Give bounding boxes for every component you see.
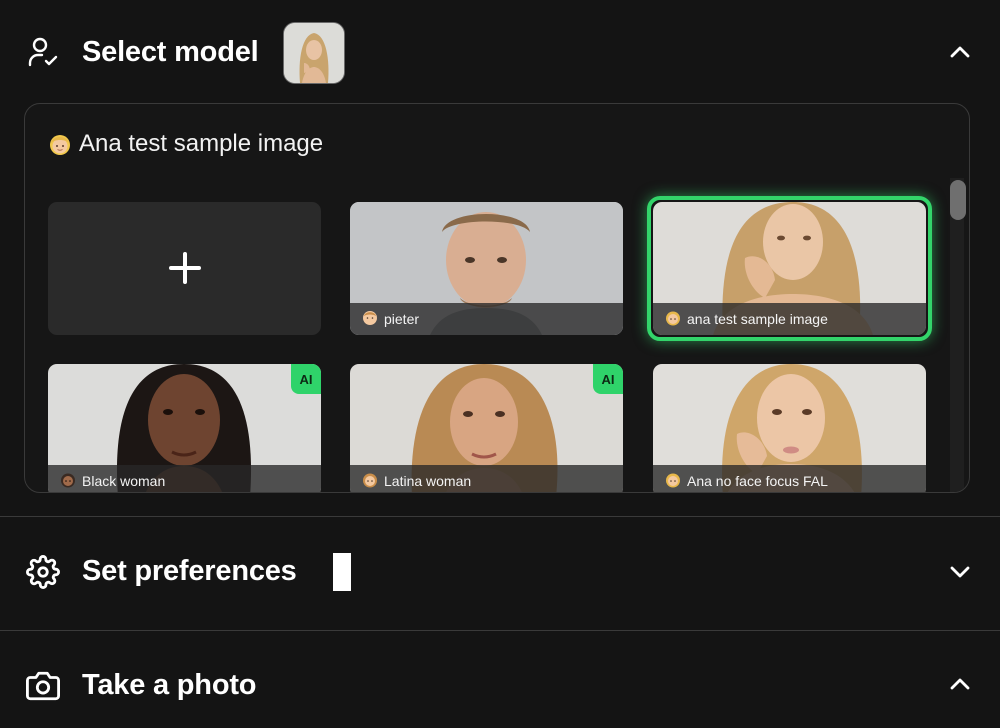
blonde-person-icon — [665, 310, 681, 329]
preferences-title: Set preferences — [82, 555, 297, 587]
scrollbar-track[interactable] — [950, 178, 964, 492]
preferences-header[interactable]: Set preferences — [0, 542, 1000, 602]
card-label: Ana no face focus FAL — [653, 465, 926, 492]
model-card-ana-no-face-focus[interactable]: Ana no face focus FAL — [653, 364, 926, 492]
select-model-header[interactable]: Select model — [0, 22, 1000, 82]
panel-title: Ana test sample image — [47, 130, 323, 158]
chevron-up-icon[interactable] — [946, 670, 974, 698]
card-label: ana test sample image — [653, 303, 926, 335]
blonde-person-icon — [47, 131, 73, 157]
model-card-latina-woman[interactable]: AI Latina woman — [350, 364, 623, 492]
select-model-title: Select model — [82, 35, 259, 68]
add-model-button[interactable] — [48, 202, 321, 335]
woman-dark-skin-icon — [60, 472, 76, 491]
camera-icon — [26, 669, 60, 703]
model-card-pieter[interactable]: pieter — [350, 202, 623, 335]
photo-title: Take a photo — [82, 669, 257, 701]
panel-title-text: Ana test sample image — [79, 130, 324, 157]
card-label: Black woman — [48, 465, 321, 492]
text-cursor-block — [333, 553, 351, 591]
card-label: Latina woman — [350, 465, 623, 492]
gear-icon — [26, 555, 60, 589]
plus-icon — [168, 246, 202, 292]
blonde-person-icon — [665, 472, 681, 491]
divider — [0, 516, 1000, 517]
scrollbar-thumb[interactable] — [950, 180, 966, 220]
user-check-icon — [26, 35, 60, 69]
selected-model-avatar — [283, 22, 345, 84]
photo-header[interactable]: Take a photo — [0, 656, 1000, 716]
divider — [0, 630, 1000, 631]
woman-face-icon — [362, 472, 378, 491]
ai-badge: AI — [291, 364, 321, 394]
model-card-ana-test[interactable]: ana test sample image — [653, 202, 926, 335]
model-panel: Ana test sample image pieter ana test sa… — [24, 103, 970, 493]
card-label: pieter — [350, 303, 623, 335]
man-face-icon — [362, 310, 378, 329]
ai-badge: AI — [593, 364, 623, 394]
chevron-up-icon[interactable] — [946, 38, 974, 66]
chevron-down-icon[interactable] — [946, 558, 974, 586]
model-card-black-woman[interactable]: AI Black woman — [48, 364, 321, 492]
